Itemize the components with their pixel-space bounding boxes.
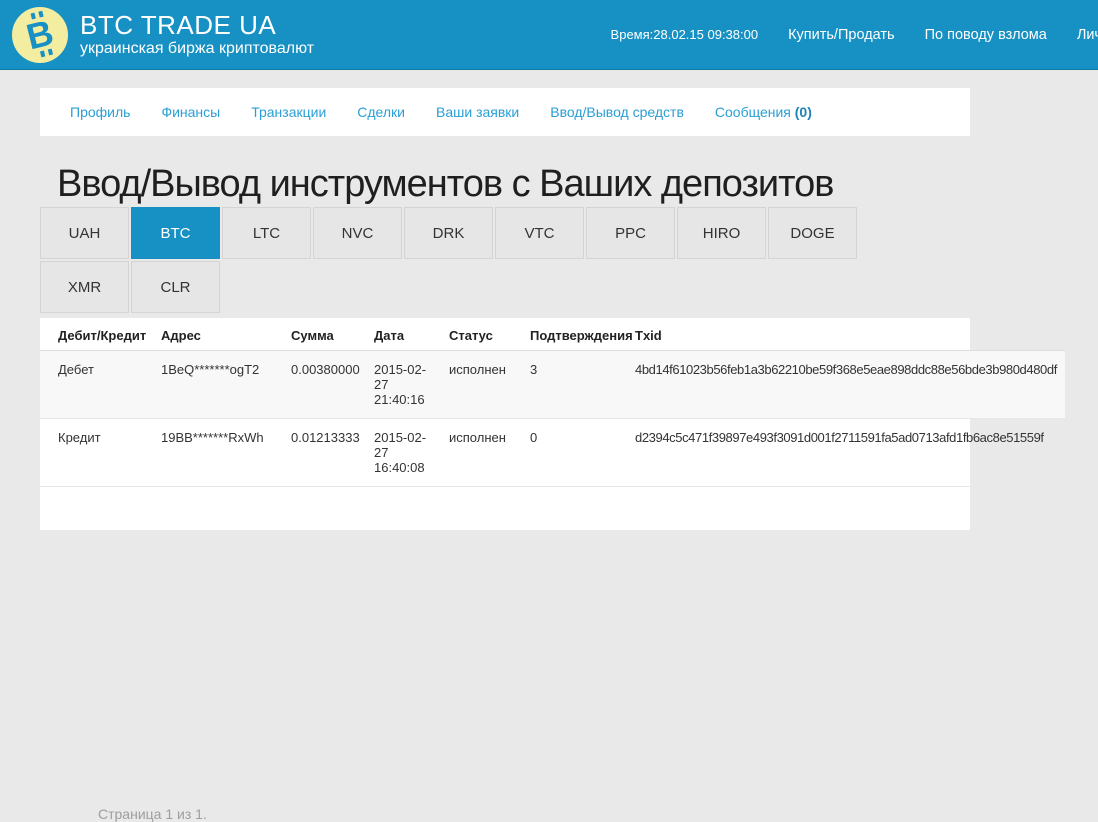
nav-item-0[interactable]: Профиль <box>70 104 130 120</box>
pagination-status: Страница 1 из 1. <box>98 806 207 822</box>
main-nav: Профиль Финансы Транзакции Сделки Ваши заявк… <box>40 88 970 136</box>
column-header-1: Адрес <box>155 320 285 351</box>
nav-item-1[interactable]: Финансы <box>161 104 220 120</box>
tab-vtc[interactable]: VTC <box>495 207 584 259</box>
cell-подтверждения: 3 <box>524 351 629 419</box>
cell-сумма: 0.00380000 <box>285 351 368 419</box>
tab-ppc[interactable]: PPC <box>586 207 675 259</box>
cell-адрес: 1BeQ*******ogT2 <box>155 351 285 419</box>
cell-дата: 2015-02-27 16:40:08 <box>368 419 443 487</box>
cell-подтверждения: 0 <box>524 419 629 487</box>
cell-дебит/кредит: Кредит <box>40 419 155 487</box>
cell-статус: исполнен <box>443 351 524 419</box>
page-title: Ввод/Вывод инструментов с Ваших депозито… <box>57 163 833 206</box>
tab-btc[interactable]: BTC <box>131 207 220 259</box>
cell-txid: d2394c5c471f39897e493f3091d001f2711591fa… <box>629 419 1065 487</box>
tab-nvc[interactable]: NVC <box>313 207 402 259</box>
cell-адрес: 19BB*******RxWh <box>155 419 285 487</box>
table-row: Кредит19BB*******RxWh0.012133332015-02-2… <box>40 419 1065 487</box>
top-header-bar: B BTC TRADE UA украинская биржа криптова… <box>0 0 1098 70</box>
nav-item-messages[interactable]: Сообщения (0) <box>715 104 812 120</box>
tab-hiro[interactable]: HIRO <box>677 207 766 259</box>
table-row: Дебет1BeQ*******ogT20.003800002015-02-27… <box>40 351 1065 419</box>
bitcoin-b-glyph: B <box>23 14 57 55</box>
tab-uah[interactable]: UAH <box>40 207 129 259</box>
tab-doge[interactable]: DOGE <box>768 207 857 259</box>
bitcoin-logo-icon: B <box>12 7 68 63</box>
messages-count-badge: (0) <box>795 104 812 120</box>
cell-дата: 2015-02-27 21:40:16 <box>368 351 443 419</box>
column-header-6: Txid <box>629 320 1065 351</box>
column-header-4: Статус <box>443 320 524 351</box>
column-header-2: Сумма <box>285 320 368 351</box>
column-header-3: Дата <box>368 320 443 351</box>
header-link-account[interactable]: Личн <box>1077 27 1098 43</box>
header-right-links: Время:28.02.15 09:38:00 Купить/Продать П… <box>611 0 1098 69</box>
table-header-row: Дебит/КредитАдресСуммаДатаСтатусПодтверж… <box>40 320 1065 351</box>
server-time: Время:28.02.15 09:38:00 <box>611 27 759 42</box>
nav-item-5[interactable]: Ввод/Вывод средств <box>550 104 684 120</box>
header-link-hack-info[interactable]: По поводу взлома <box>925 27 1047 43</box>
nav-item-3[interactable]: Сделки <box>357 104 405 120</box>
cell-txid: 4bd14f61023b56feb1a3b62210be59f368e5eae8… <box>629 351 1065 419</box>
tab-drk[interactable]: DRK <box>404 207 493 259</box>
brand-block: BTC TRADE UA украинская биржа криптовалю… <box>80 11 314 59</box>
transactions-card: Дебит/КредитАдресСуммаДатаСтатусПодтверж… <box>40 318 970 530</box>
column-header-5: Подтверждения <box>524 320 629 351</box>
column-header-0: Дебит/Кредит <box>40 320 155 351</box>
nav-item-2[interactable]: Транзакции <box>251 104 326 120</box>
cell-дебит/кредит: Дебет <box>40 351 155 419</box>
site-title: BTC TRADE UA <box>80 11 314 40</box>
cell-сумма: 0.01213333 <box>285 419 368 487</box>
tab-clr[interactable]: CLR <box>131 261 220 313</box>
header-link-buy-sell[interactable]: Купить/Продать <box>788 27 895 43</box>
tab-xmr[interactable]: XMR <box>40 261 129 313</box>
currency-tabs: UAHBTCLTCNVCDRKVTCPPCHIRODOGE XMRCLR <box>40 207 885 315</box>
nav-item-4[interactable]: Ваши заявки <box>436 104 519 120</box>
tab-ltc[interactable]: LTC <box>222 207 311 259</box>
transactions-table: Дебит/КредитАдресСуммаДатаСтатусПодтверж… <box>40 320 1065 487</box>
table-body: Дебет1BeQ*******ogT20.003800002015-02-27… <box>40 351 1065 487</box>
site-subtitle: украинская биржа криптовалют <box>80 40 314 58</box>
cell-статус: исполнен <box>443 419 524 487</box>
